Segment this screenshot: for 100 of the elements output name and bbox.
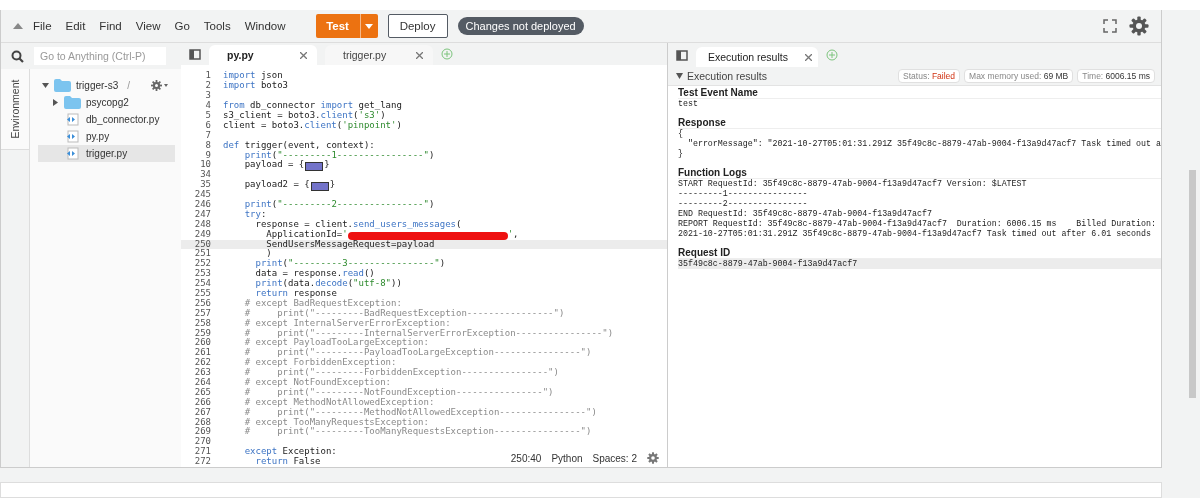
caret-icon[interactable] [365,23,374,29]
tree-item[interactable]: db_connector.py [38,111,175,128]
settings-icon[interactable] [151,80,169,91]
code-line: data = response.read() [254,269,375,280]
code-line: s3_client = boto3.client('s3') [223,110,386,121]
line-number: 263 [193,368,212,378]
code-line: return response [254,288,337,299]
code-line: # print("---------TooManyRequestsException----------------") [243,427,592,438]
results-tab[interactable]: Execution results [696,47,818,67]
tree-item[interactable]: psycopg2 [38,94,175,111]
line-number: 252 [193,259,212,269]
collapse-caret-icon[interactable] [676,73,683,79]
code-line: payload = { } [243,160,330,171]
line-number: 34 [199,170,212,180]
language-label[interactable]: Python [551,452,583,464]
section-heading: Response [678,117,1161,129]
tree-item[interactable]: py.py [38,128,175,145]
line-number: 261 [193,348,212,358]
output-line: { [678,129,683,139]
editor-tab[interactable]: py.py [209,45,317,66]
menu-item[interactable]: Go [174,20,190,32]
panel-icon[interactable] [189,48,201,60]
line-number: 258 [193,318,212,329]
output-line: END RequestId: 35f49c8c-8879-47ab-9004-f13a9d47acf7 [678,209,933,219]
menu-item[interactable]: View [135,20,161,32]
close-icon[interactable] [805,53,812,61]
collapse-icon[interactable] [13,23,23,29]
line-number: 4 [204,101,212,111]
output-line: "errorMessage": "2021-10-27T05:01:31.291Z 35f49c8c-8879-47ab-9004-f13a9d47acf7 Task timed out a [686,139,1161,149]
menu-item[interactable]: Find [99,20,122,32]
output-line: test [678,99,699,109]
code-line: from db_connector import get_lang [223,101,402,111]
line-number: 3 [204,91,212,101]
menu-item[interactable]: Tools [203,20,231,32]
search-field[interactable]: Go to Anything (Ctrl-P) [34,47,166,65]
line-number: 35 [199,180,212,190]
line-number: 266 [193,397,212,408]
tree-item[interactable]: trigger.py [38,145,175,162]
line-number: 246 [193,199,212,210]
code-line: # except TooManyRequestsException: [243,417,429,428]
line-number: 8 [204,140,212,151]
line-number: 2 [204,81,212,91]
menu-item[interactable]: Edit [65,20,86,32]
environment-tab[interactable]: Environment [1,69,29,150]
expand-caret-icon[interactable] [42,82,49,89]
menu-item[interactable]: Window [244,20,286,32]
line-number: 264 [193,378,212,388]
code-file-icon [64,147,81,160]
metric-badge: Status: Failed [898,69,961,83]
output-line: REPORT RequestId: 35f49c8c-8879-47ab-9004-f13a9d47acf7 Duration: 6006.15 ms Billed Duration: [678,219,1157,229]
code-line: # print("---------ForbiddenException----------------") [243,368,559,378]
code-line: client = boto3.client('pinpoint') [223,120,402,131]
settings-icon[interactable] [647,452,659,464]
code-line: import boto3 [223,81,289,92]
close-icon[interactable] [300,51,307,59]
line-number: 251 [193,249,212,259]
close-icon[interactable] [416,51,423,59]
search-icon[interactable] [11,49,24,63]
fullscreen-icon[interactable] [1103,19,1117,33]
metric-badge: Time: 6006.15 ms [1077,69,1155,83]
cursor-position: 250:40 [510,452,542,464]
indent-label[interactable]: Spaces: 2 [592,452,637,464]
editor-tab[interactable]: trigger.py [325,45,433,66]
code-line: import json [223,71,283,82]
settings-icon[interactable] [1129,16,1149,36]
deploy-button[interactable]: Deploy [387,14,448,38]
line-number: 245 [193,190,212,200]
output-line: ---------2---------------- [678,199,809,209]
folder-icon [64,96,81,109]
line-number: 271 [193,447,212,457]
expand-caret-icon[interactable] [52,99,59,106]
line-number: 250 [193,239,212,249]
output-line: 2021-10-27T05:01:31.291Z 35f49c8c-8879-47ab-9004-f13a9d47acf7 Task timed out after 6.01 seconds [678,229,1152,239]
code-line: # except PayloadTooLargeException: [243,338,429,349]
code-line: return False [255,457,321,467]
code-line: # except BadRequestException: [243,298,402,309]
code-line: try: [243,209,267,220]
line-number: 10 [199,160,212,170]
metric-badge: Max memory used: 69 MB [964,69,1074,83]
line-number: 254 [193,279,212,289]
output-line: } [678,149,684,159]
results-title: Execution results [687,70,767,82]
line-number: 7 [204,130,212,141]
line-number: 253 [193,269,212,279]
line-number: 268 [193,417,212,427]
code-line: # except NotFoundException: [243,378,391,388]
code-line: response = client.send_users_messages( [255,219,462,229]
output-line: ---------1---------------- [678,189,809,199]
line-number: 256 [193,298,212,309]
code-line: # print("---------BadRequestException----------------") [243,308,565,318]
code-line: # except InternalServerErrorException: [243,318,451,328]
scrollbar-thumb[interactable] [1189,170,1196,398]
menu-item[interactable]: File [33,20,52,32]
tree-item[interactable]: trigger-s3 / [38,77,175,94]
code-line: except Exception: [243,447,337,458]
code-line: payload2 = { } [243,180,336,191]
code-line: # except ForbiddenException: [243,358,397,369]
panel-icon[interactable] [676,49,688,61]
section-heading: Test Event Name [678,87,1161,99]
output-line: START RequestId: 35f49c8c-8879-47ab-9004-f13a9d47acf7 Version: $LATEST [678,179,1028,189]
